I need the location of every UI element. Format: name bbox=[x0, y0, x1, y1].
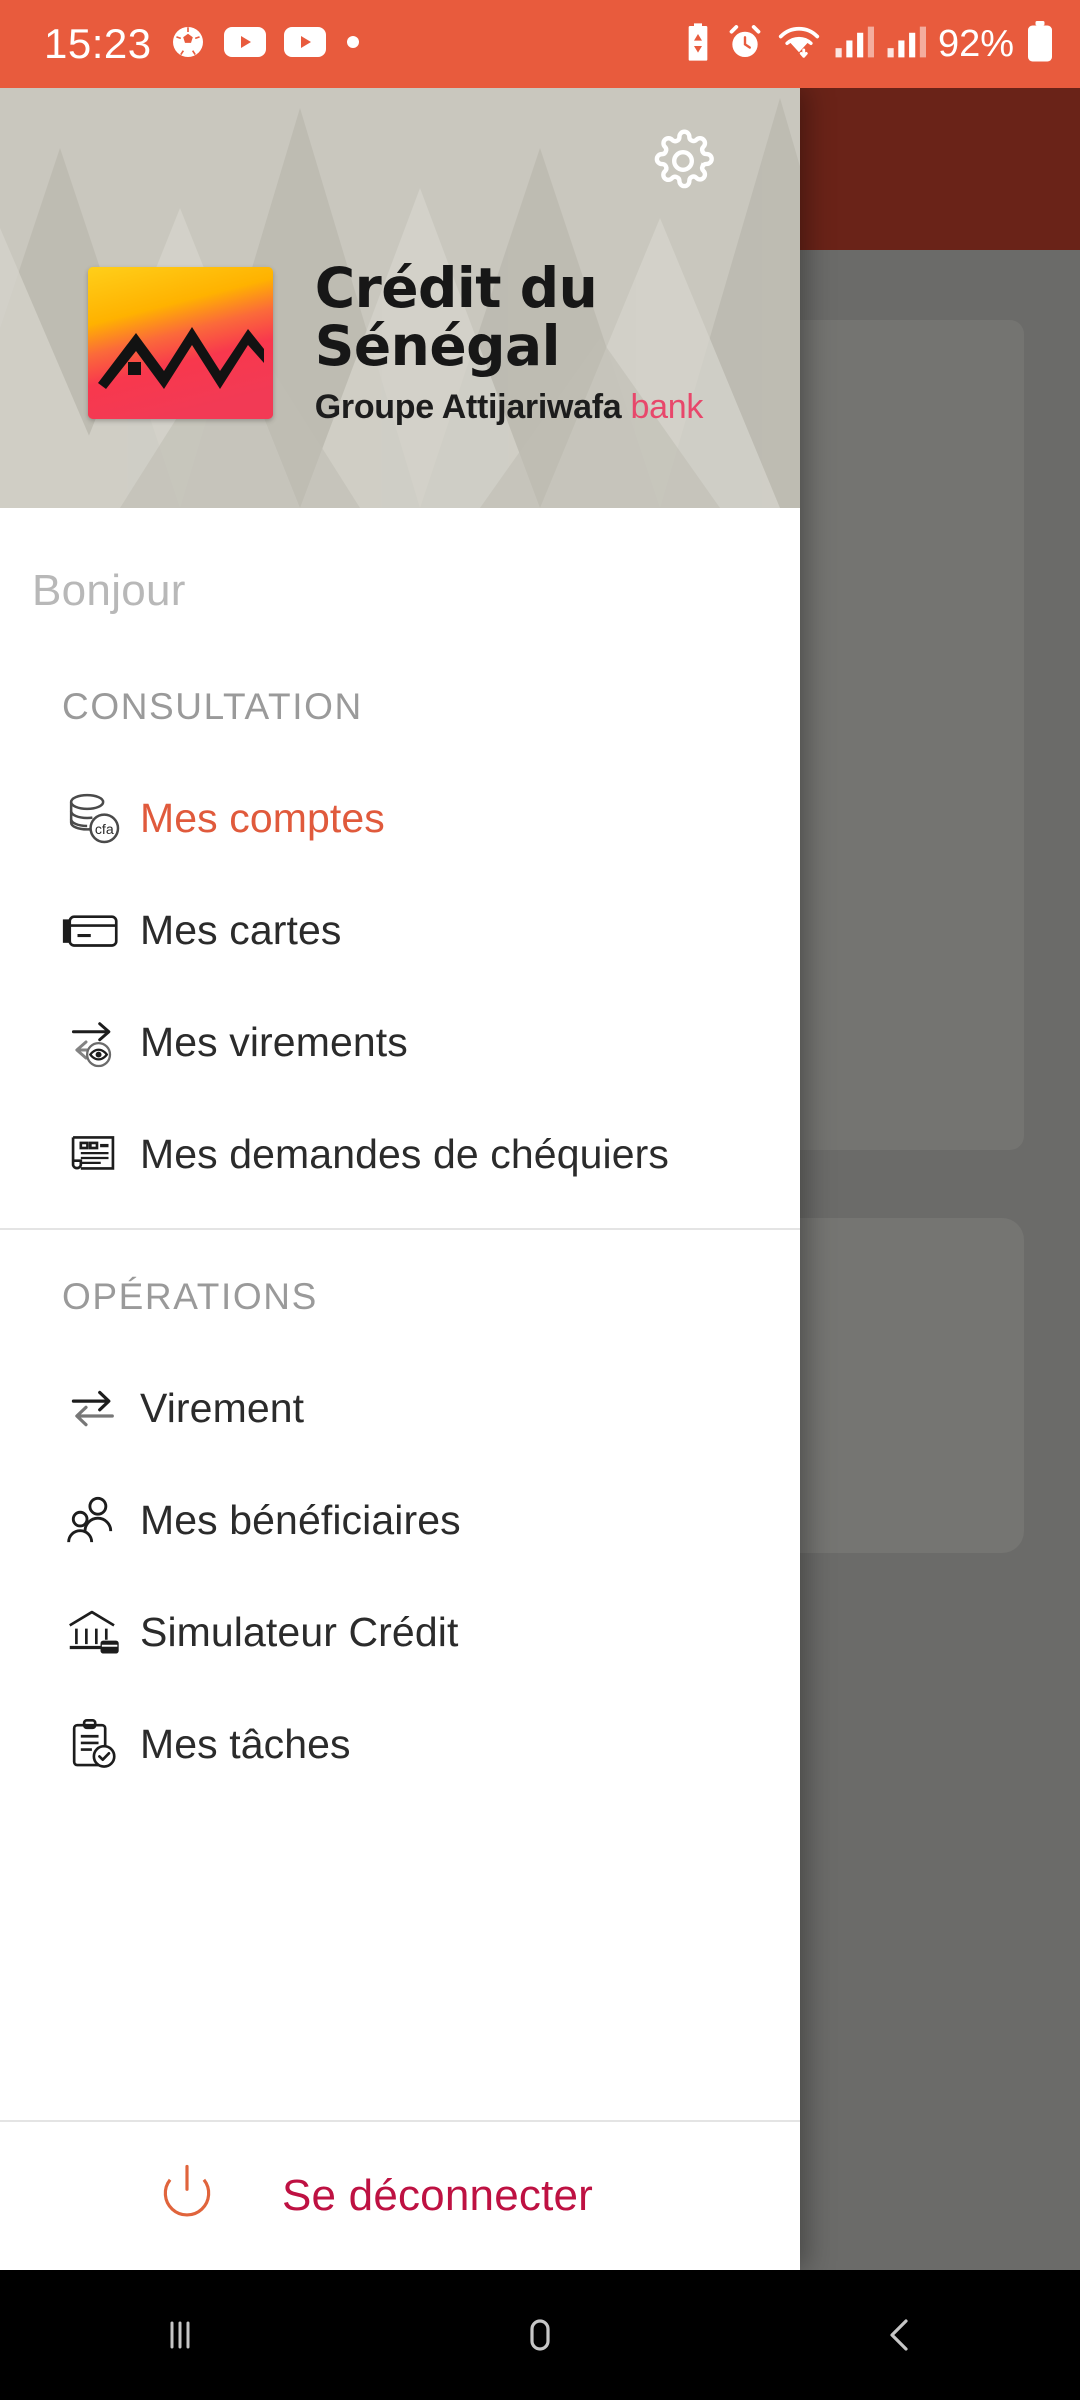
logout-button[interactable]: Se déconnecter bbox=[0, 2122, 800, 2270]
status-clock: 15:23 bbox=[44, 20, 152, 67]
svg-text:cfa: cfa bbox=[95, 822, 114, 838]
clipboard-check-icon bbox=[62, 1713, 140, 1775]
drawer-menu: CONSULTATION cfa Mes comptes Mes cartes … bbox=[0, 616, 800, 2120]
gear-icon[interactable] bbox=[640, 118, 726, 204]
back-icon[interactable] bbox=[810, 2270, 990, 2400]
status-bar-left: 15:23 bbox=[44, 20, 362, 68]
greeting-text: Bonjour bbox=[32, 566, 186, 615]
menu-item-mes-taches[interactable]: Mes tâches bbox=[0, 1688, 800, 1800]
football-icon bbox=[170, 24, 206, 65]
alarm-icon bbox=[726, 23, 764, 66]
menu-item-label: Virement bbox=[140, 1384, 305, 1431]
credit-du-senegal-logo bbox=[88, 267, 273, 420]
youtube-icon bbox=[223, 26, 266, 62]
menu-item-virement[interactable]: Virement bbox=[0, 1352, 800, 1464]
menu-item-label: Simulateur Crédit bbox=[140, 1608, 459, 1655]
status-bar-right: 92% bbox=[682, 20, 1054, 68]
battery-icon bbox=[1026, 20, 1054, 68]
transfer-eye-icon bbox=[62, 1010, 140, 1074]
power-icon bbox=[150, 2157, 224, 2236]
cheque-document-icon bbox=[62, 1123, 140, 1185]
menu-item-simulateur-credit[interactable]: Simulateur Crédit bbox=[0, 1576, 800, 1688]
logout-section: Se déconnecter bbox=[0, 2120, 800, 2270]
transfer-arrows-icon bbox=[62, 1376, 140, 1440]
home-icon[interactable] bbox=[450, 2270, 630, 2400]
brand-text: Crédit du Sénégal Groupe Attijariwafa ba… bbox=[314, 256, 800, 427]
menu-item-label: Mes comptes bbox=[140, 794, 385, 841]
menu-item-mes-demandes-de-chequiers[interactable]: Mes demandes de chéquiers bbox=[0, 1098, 800, 1210]
navigation-drawer: Crédit du Sénégal Groupe Attijariwafa ba… bbox=[0, 88, 800, 2270]
android-nav-bar bbox=[0, 2270, 1080, 2400]
menu-item-mes-cartes[interactable]: Mes cartes bbox=[0, 874, 800, 986]
menu-item-label: Mes virements bbox=[140, 1018, 408, 1065]
section-title-consultation: CONSULTATION bbox=[62, 686, 363, 727]
brand-block: Crédit du Sénégal Groupe Attijariwafa ba… bbox=[88, 256, 800, 427]
menu-item-mes-virements[interactable]: Mes virements bbox=[0, 986, 800, 1098]
menu-divider bbox=[0, 1228, 800, 1230]
recents-icon[interactable] bbox=[90, 2270, 270, 2400]
menu-item-mes-beneficiaires[interactable]: Mes bénéficiaires bbox=[0, 1464, 800, 1576]
menu-item-label: Mes cartes bbox=[140, 906, 342, 953]
coins-cfa-icon: cfa bbox=[62, 786, 140, 850]
brand-group: Groupe Attijariwafa bank bbox=[315, 388, 800, 427]
youtube-icon bbox=[283, 26, 326, 62]
people-icon bbox=[62, 1489, 140, 1551]
credit-card-icon bbox=[62, 899, 140, 961]
menu-item-label: Mes demandes de chéquiers bbox=[140, 1130, 669, 1177]
brand-group-suffix: bank bbox=[630, 387, 704, 426]
section-title-operations: OPÉRATIONS bbox=[62, 1276, 318, 1317]
brand-name: Crédit du Sénégal bbox=[314, 256, 598, 378]
menu-item-label: Mes tâches bbox=[140, 1720, 351, 1767]
dot-icon bbox=[344, 33, 362, 56]
menu-item-mes-comptes[interactable]: cfa Mes comptes bbox=[0, 762, 800, 874]
status-bar: 15:23 92% bbox=[0, 0, 1080, 88]
drawer-header: Crédit du Sénégal Groupe Attijariwafa ba… bbox=[0, 88, 800, 508]
signal-icon bbox=[834, 25, 874, 64]
battery-saver-icon bbox=[682, 22, 714, 67]
bank-building-icon bbox=[62, 1601, 140, 1663]
battery-percent: 92% bbox=[937, 22, 1014, 65]
brand-group-prefix: Groupe Attijariwafa bbox=[314, 387, 631, 426]
signal-icon bbox=[886, 25, 926, 64]
menu-item-label: Mes bénéficiaires bbox=[140, 1496, 461, 1543]
wifi-icon bbox=[776, 23, 822, 66]
logout-label: Se déconnecter bbox=[282, 2171, 594, 2220]
phone-screen: 3954 Mon RIB 15:23 bbox=[0, 0, 1080, 2400]
